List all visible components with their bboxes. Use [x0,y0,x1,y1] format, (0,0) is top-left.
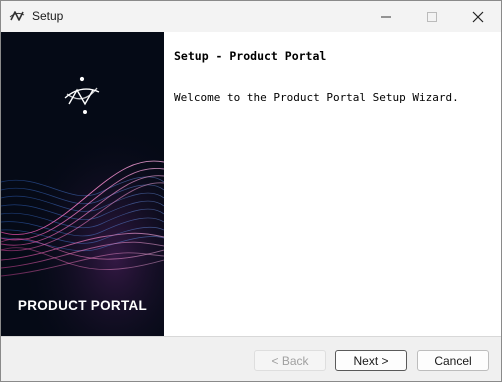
close-icon [472,11,484,22]
maximize-button[interactable] [409,1,455,32]
minimize-button[interactable] [363,1,409,32]
maximize-icon [427,11,437,22]
title-bar[interactable]: Setup [1,1,501,32]
cancel-button[interactable]: Cancel [417,350,489,371]
next-button[interactable]: Next > [335,350,407,371]
app-icon [9,11,25,21]
banner-brand-text: PRODUCT PORTAL [17,298,148,313]
minimize-icon [381,16,391,17]
back-button[interactable]: < Back [254,350,326,371]
window-title: Setup [32,9,64,23]
wizard-content: Setup - Product Portal Welcome to the Pr… [164,32,501,336]
wizard-footer: < Back Next > Cancel [1,336,501,381]
setup-window: Setup PRODUCT PORTAL Setup - Product Por… [0,0,502,382]
welcome-text: Welcome to the Product Portal Setup Wiza… [174,91,459,104]
close-button[interactable] [455,1,501,32]
wizard-banner-image: PRODUCT PORTAL [1,32,164,336]
page-heading: Setup - Product Portal [174,49,327,63]
